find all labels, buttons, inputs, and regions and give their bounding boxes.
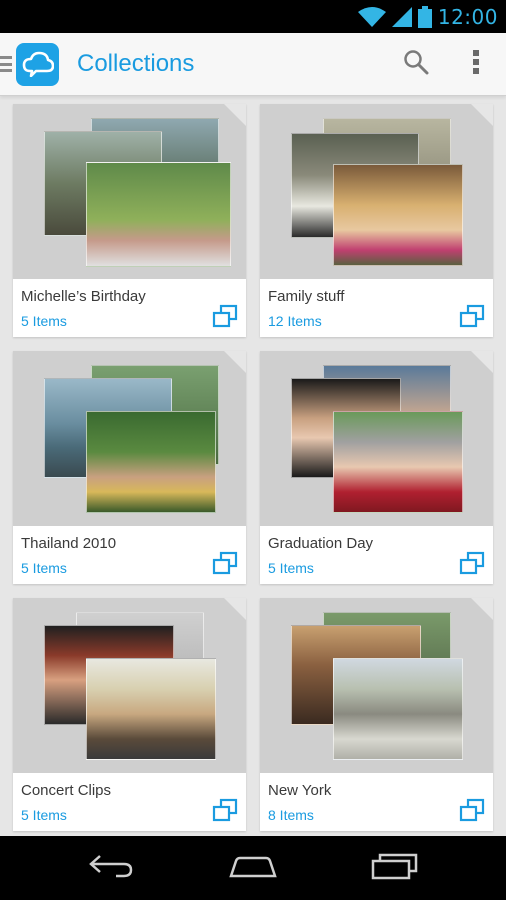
corner-fold <box>471 104 493 126</box>
cloud-logo-icon[interactable] <box>16 42 59 86</box>
search-button[interactable] <box>386 33 446 96</box>
collection-card[interactable]: New York 8 Items <box>260 598 493 831</box>
battery-icon <box>417 5 432 28</box>
share-collection-button[interactable] <box>459 304 485 333</box>
collection-stack-icon <box>459 551 485 580</box>
collection-title: Family stuff <box>268 288 345 305</box>
signal-icon <box>391 6 412 27</box>
collection-card[interactable]: Michelle’s Birthday 5 Items <box>13 104 246 337</box>
collection-thumbnail <box>260 104 493 279</box>
collection-count: 8 Items <box>268 807 314 823</box>
collection-title: New York <box>268 782 332 799</box>
corner-fold <box>471 351 493 373</box>
collections-grid: Michelle’s Birthday 5 Items Family stuff… <box>13 104 493 831</box>
home-icon <box>228 853 278 884</box>
corner-fold <box>471 598 493 620</box>
collection-thumbnail <box>13 104 246 279</box>
menu-icon[interactable] <box>0 54 14 74</box>
collection-card[interactable]: Family stuff 12 Items <box>260 104 493 337</box>
collection-stack-icon <box>212 551 238 580</box>
home-button[interactable] <box>208 836 298 900</box>
share-collection-button[interactable] <box>459 551 485 580</box>
collection-count: 5 Items <box>21 313 67 329</box>
collection-thumbnail <box>260 351 493 526</box>
back-icon <box>88 853 134 884</box>
corner-fold <box>224 598 246 620</box>
collection-thumbnail <box>260 598 493 773</box>
collection-stack-icon <box>459 304 485 333</box>
recent-apps-icon <box>371 852 419 885</box>
wifi-icon <box>357 6 386 27</box>
card-footer: Graduation Day 5 Items <box>260 526 493 584</box>
collection-thumbnail <box>13 351 246 526</box>
action-bar: Collections <box>0 33 506 96</box>
back-button[interactable] <box>66 836 156 900</box>
navigation-bar <box>0 836 506 900</box>
collection-stack-icon <box>212 304 238 333</box>
card-footer: New York 8 Items <box>260 773 493 831</box>
card-footer: Family stuff 12 Items <box>260 279 493 337</box>
overflow-menu-button[interactable] <box>446 33 506 96</box>
recent-apps-button[interactable] <box>350 836 440 900</box>
corner-fold <box>224 351 246 373</box>
collection-card[interactable]: Thailand 2010 5 Items <box>13 351 246 584</box>
share-collection-button[interactable] <box>212 304 238 333</box>
status-bar: 12:00 <box>0 0 506 33</box>
search-icon <box>403 49 429 80</box>
collection-title: Thailand 2010 <box>21 535 117 552</box>
card-footer: Concert Clips 5 Items <box>13 773 246 831</box>
share-collection-button[interactable] <box>459 798 485 827</box>
collection-thumbnail <box>13 598 246 773</box>
collection-title: Concert Clips <box>21 782 112 799</box>
collection-title: Graduation Day <box>268 535 374 552</box>
collection-stack-icon <box>459 798 485 827</box>
collection-count: 5 Items <box>21 807 67 823</box>
status-time: 12:00 <box>437 4 498 29</box>
collection-count: 12 Items <box>268 313 322 329</box>
collection-count: 5 Items <box>21 560 67 576</box>
collection-count: 5 Items <box>268 560 314 576</box>
collection-title: Michelle’s Birthday <box>21 288 146 305</box>
page-title: Collections <box>77 50 195 77</box>
share-collection-button[interactable] <box>212 551 238 580</box>
overflow-menu-icon <box>472 49 480 80</box>
corner-fold <box>224 104 246 126</box>
card-footer: Michelle’s Birthday 5 Items <box>13 279 246 337</box>
collection-card[interactable]: Graduation Day 5 Items <box>260 351 493 584</box>
collection-card[interactable]: Concert Clips 5 Items <box>13 598 246 831</box>
collection-stack-icon <box>212 798 238 827</box>
share-collection-button[interactable] <box>212 798 238 827</box>
card-footer: Thailand 2010 5 Items <box>13 526 246 584</box>
